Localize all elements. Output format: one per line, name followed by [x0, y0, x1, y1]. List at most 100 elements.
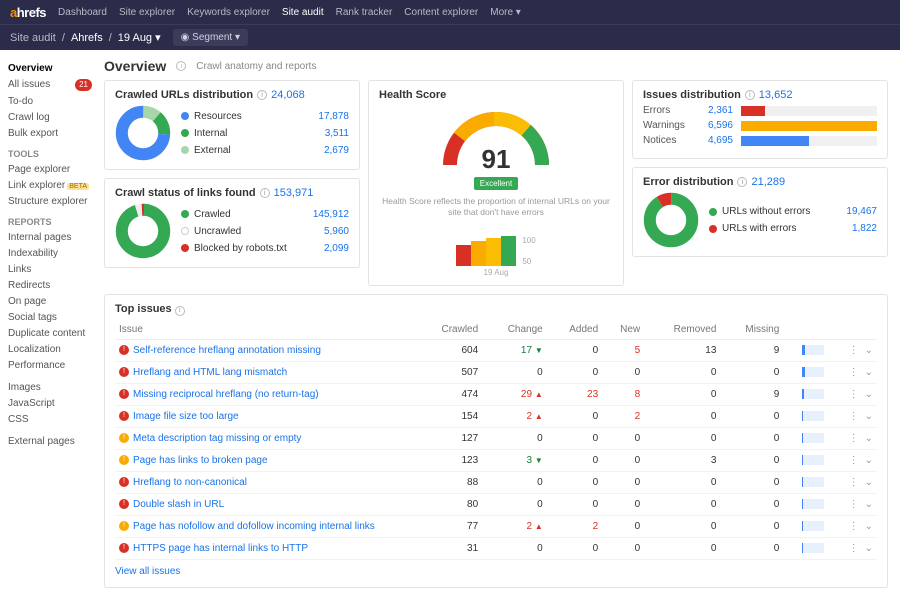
sidebar: OverviewAll issues21To-doCrawl logBulk e…	[0, 50, 96, 600]
row-menu-icon[interactable]: ⋮	[849, 543, 859, 554]
nav-site[interactable]: Site explorer	[119, 7, 175, 18]
error-icon: !	[119, 477, 129, 487]
mini-bar	[802, 499, 824, 509]
mini-bar	[802, 477, 824, 487]
sidebar-item-page-explorer[interactable]: Page explorer	[8, 161, 92, 177]
info-icon[interactable]: i	[745, 90, 755, 100]
legend-row[interactable]: URLs with errors1,822	[709, 220, 877, 237]
sidebar-item-css[interactable]: CSS	[8, 411, 92, 427]
row-menu-icon[interactable]: ⋮	[849, 521, 859, 532]
view-all-issues-link[interactable]: View all issues	[115, 560, 180, 579]
error-icon: !	[119, 389, 129, 399]
nav-rank[interactable]: Rank tracker	[336, 7, 393, 18]
dist-row-errors[interactable]: Errors2,361	[643, 105, 877, 116]
legend-dot	[181, 146, 189, 154]
sidebar-item-redirects[interactable]: Redirects	[8, 277, 92, 293]
row-expand-icon[interactable]: ⌄	[859, 411, 873, 422]
sidebar-item-link-explorer[interactable]: Link explorerBETA	[8, 177, 92, 193]
donut-crawl-status	[115, 203, 171, 259]
table-row[interactable]: !Meta description tag missing or empty12…	[115, 427, 877, 449]
nav-keywords[interactable]: Keywords explorer	[187, 7, 270, 18]
sidebar-item-localization[interactable]: Localization	[8, 341, 92, 357]
sidebar-item-overview[interactable]: Overview	[8, 60, 92, 76]
health-sparkline	[456, 236, 516, 266]
sidebar-item-external-pages[interactable]: External pages	[8, 433, 92, 449]
legend-row[interactable]: Resources17,878	[181, 108, 349, 125]
sidebar-item-social-tags[interactable]: Social tags	[8, 309, 92, 325]
row-menu-icon[interactable]: ⋮	[849, 389, 859, 400]
top-issues-table: IssueCrawledChangeAddedNewRemovedMissing…	[115, 320, 877, 560]
sidebar-item-performance[interactable]: Performance	[8, 357, 92, 373]
table-row[interactable]: !Double slash in URL8000000⋮⌄	[115, 493, 877, 515]
info-icon[interactable]: i	[260, 188, 270, 198]
table-row[interactable]: !Page has nofollow and dofollow incoming…	[115, 515, 877, 537]
sidebar-item-to-do[interactable]: To-do	[8, 93, 92, 109]
sidebar-item-images[interactable]: Images	[8, 379, 92, 395]
dist-row-warnings[interactable]: Warnings6,596	[643, 120, 877, 131]
row-menu-icon[interactable]: ⋮	[849, 455, 859, 466]
row-menu-icon[interactable]: ⋮	[849, 367, 859, 378]
row-expand-icon[interactable]: ⌄	[859, 433, 873, 444]
legend-dot	[181, 244, 189, 252]
sidebar-item-duplicate-content[interactable]: Duplicate content	[8, 325, 92, 341]
info-icon[interactable]: i	[737, 177, 747, 187]
legend-row[interactable]: Crawled145,912	[181, 206, 349, 223]
breadcrumb-project[interactable]: Ahrefs	[71, 32, 103, 44]
legend-row[interactable]: Blocked by robots.txt2,099	[181, 240, 349, 257]
table-row[interactable]: !Hreflang to non-canonical8800000⋮⌄	[115, 471, 877, 493]
row-expand-icon[interactable]: ⌄	[859, 455, 873, 466]
warning-icon: !	[119, 455, 129, 465]
sidebar-item-bulk-export[interactable]: Bulk export	[8, 125, 92, 141]
legend-dot	[181, 227, 189, 235]
error-icon: !	[119, 345, 129, 355]
row-expand-icon[interactable]: ⌄	[859, 499, 873, 510]
legend-row[interactable]: Internal3,511	[181, 125, 349, 142]
row-menu-icon[interactable]: ⋮	[849, 499, 859, 510]
sidebar-item-javascript[interactable]: JavaScript	[8, 395, 92, 411]
table-row[interactable]: !Image file size too large1542 ▲0200⋮⌄	[115, 405, 877, 427]
legend-row[interactable]: Uncrawled5,960	[181, 223, 349, 240]
breadcrumb-root[interactable]: Site audit	[10, 32, 56, 44]
top-nav: ahrefs Dashboard Site explorer Keywords ex…	[0, 0, 900, 24]
nav-content[interactable]: Content explorer	[404, 7, 478, 18]
row-expand-icon[interactable]: ⌄	[859, 367, 873, 378]
sidebar-item-on-page[interactable]: On page	[8, 293, 92, 309]
health-gauge: 91	[436, 105, 556, 175]
row-expand-icon[interactable]: ⌄	[859, 543, 873, 554]
row-menu-icon[interactable]: ⋮	[849, 411, 859, 422]
segment-dropdown[interactable]: ◉ Segment ▾	[173, 29, 248, 46]
nav-dashboard[interactable]: Dashboard	[58, 7, 107, 18]
row-expand-icon[interactable]: ⌄	[859, 477, 873, 488]
sidebar-item-all-issues[interactable]: All issues21	[8, 76, 92, 93]
row-expand-icon[interactable]: ⌄	[859, 389, 873, 400]
row-menu-icon[interactable]: ⋮	[849, 345, 859, 356]
row-expand-icon[interactable]: ⌄	[859, 345, 873, 356]
table-row[interactable]: !HTTPS page has internal links to HTTP31…	[115, 537, 877, 559]
legend-row[interactable]: URLs without errors19,467	[709, 203, 877, 220]
health-description: Health Score reflects the proportion of …	[379, 196, 613, 218]
sidebar-item-indexability[interactable]: Indexability	[8, 245, 92, 261]
page-title: Overview	[104, 58, 166, 74]
row-menu-icon[interactable]: ⋮	[849, 433, 859, 444]
table-row[interactable]: !Page has links to broken page1233 ▼0030…	[115, 449, 877, 471]
table-row[interactable]: !Self-reference hreflang annotation miss…	[115, 339, 877, 361]
sidebar-item-crawl-log[interactable]: Crawl log	[8, 109, 92, 125]
table-row[interactable]: !Missing reciprocal hreflang (no return-…	[115, 383, 877, 405]
sidebar-item-internal-pages[interactable]: Internal pages	[8, 229, 92, 245]
row-menu-icon[interactable]: ⋮	[849, 477, 859, 488]
breadcrumb-date[interactable]: 19 Aug ▾	[118, 31, 161, 44]
page-subtitle: Crawl anatomy and reports	[196, 61, 316, 72]
table-row[interactable]: !Hreflang and HTML lang mismatch50700000…	[115, 361, 877, 383]
dist-row-notices[interactable]: Notices4,695	[643, 135, 877, 146]
info-icon[interactable]: i	[175, 306, 185, 316]
nav-more[interactable]: More ▾	[490, 7, 521, 18]
legend-row[interactable]: External2,679	[181, 142, 349, 159]
nav-site[interactable]: Site audit	[282, 7, 324, 18]
logo[interactable]: ahrefs	[10, 5, 46, 20]
info-icon[interactable]: i	[176, 61, 186, 71]
info-icon[interactable]: i	[257, 90, 267, 100]
row-expand-icon[interactable]: ⌄	[859, 521, 873, 532]
sidebar-item-links[interactable]: Links	[8, 261, 92, 277]
card-error-distribution: Error distribution i 21,289 URLs without…	[632, 167, 888, 257]
sidebar-item-structure-explorer[interactable]: Structure explorer	[8, 193, 92, 209]
